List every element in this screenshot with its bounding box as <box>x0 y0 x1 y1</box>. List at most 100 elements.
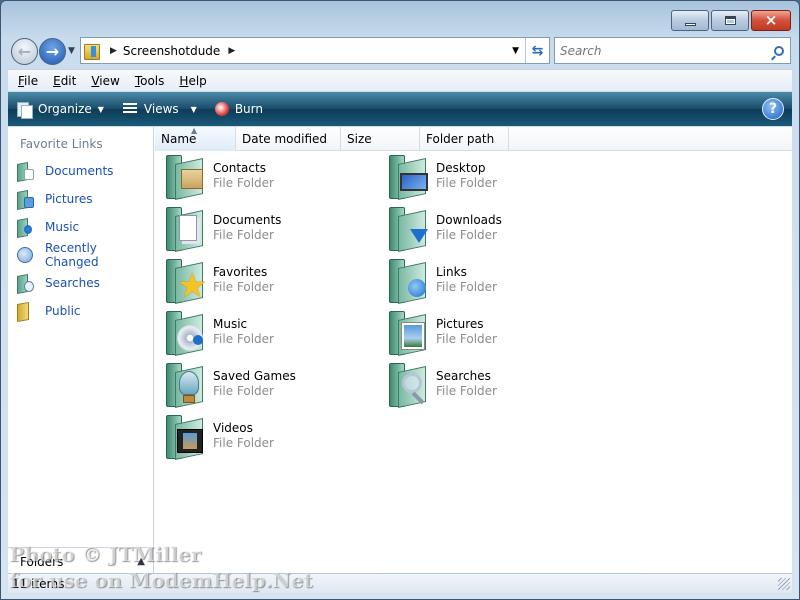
views-label: Views <box>143 102 179 116</box>
help-icon: ? <box>768 101 778 117</box>
forward-arrow-icon: → <box>45 42 60 61</box>
navigation-row: ← → ▼ ▶ Screenshotdude ▶ ▼ ⇆ <box>9 37 791 65</box>
menu-help[interactable]: Help <box>179 74 206 88</box>
breadcrumb-current[interactable]: Screenshotdude <box>123 44 220 58</box>
minimize-icon <box>684 23 696 26</box>
views-button[interactable]: Views ▼ <box>122 101 197 117</box>
menu-file[interactable]: File <box>18 74 38 88</box>
sidebar-item-label: Public <box>45 304 81 318</box>
links-folder-icon <box>386 257 434 305</box>
desktop-folder-icon <box>386 153 434 201</box>
folder-tile-pictures[interactable]: Pictures File Folder <box>386 309 596 361</box>
searches-icon <box>17 274 34 292</box>
contacts-folder-icon <box>163 153 211 201</box>
caption-buttons: × <box>671 10 791 31</box>
column-header-date-modified[interactable]: Date modified <box>236 127 341 151</box>
pictures-folder-icon <box>386 309 434 357</box>
folder-user-icon <box>84 42 100 60</box>
chevron-down-icon: ▼ <box>190 104 197 114</box>
sidebar-item-music[interactable]: Music <box>8 213 153 241</box>
folder-type: File Folder <box>436 228 497 242</box>
folder-tile-music[interactable]: Music File Folder <box>163 309 373 361</box>
search-icon[interactable] <box>774 45 784 56</box>
folder-type: File Folder <box>213 384 274 398</box>
folder-name: Music <box>213 317 248 331</box>
sidebar-item-pictures[interactable]: Pictures <box>8 185 153 213</box>
menu-edit[interactable]: Edit <box>53 74 76 88</box>
music-folder-icon <box>163 309 211 357</box>
organize-button[interactable]: Organize ▼ <box>16 101 104 119</box>
folder-type: File Folder <box>436 384 497 398</box>
folder-tile-searches[interactable]: Searches File Folder <box>386 361 596 413</box>
back-button[interactable]: ← <box>11 38 38 65</box>
menu-view[interactable]: View <box>91 74 119 88</box>
favorites-folder-icon: ★ <box>163 257 211 305</box>
folder-name: Saved Games <box>213 369 296 383</box>
folder-type: File Folder <box>436 332 497 346</box>
folder-tile-contacts[interactable]: Contacts File Folder <box>163 153 373 205</box>
music-icon <box>17 218 33 236</box>
address-bar[interactable]: ▶ Screenshotdude ▶ ▼ ⇆ <box>80 37 550 64</box>
folder-tile-documents[interactable]: Documents File Folder <box>163 205 373 257</box>
maximize-icon <box>724 16 736 25</box>
search-box[interactable] <box>554 37 791 64</box>
folder-name: Searches <box>436 369 491 383</box>
organize-icon <box>16 101 33 119</box>
folder-type: File Folder <box>213 228 274 242</box>
sidebar-item-public[interactable]: Public <box>8 297 153 325</box>
command-bar: Organize ▼ Views ▼ Burn ? <box>8 92 792 126</box>
help-button[interactable]: ? <box>762 98 784 120</box>
status-bar: 11 items <box>8 573 792 593</box>
close-button[interactable]: × <box>751 10 791 31</box>
folder-type: File Folder <box>213 332 274 346</box>
recent-pages-dropdown[interactable]: ▼ <box>68 46 75 56</box>
folder-name: Links <box>436 265 467 279</box>
folder-tile-saved-games[interactable]: Saved Games File Folder <box>163 361 373 413</box>
downloads-folder-icon <box>386 205 434 253</box>
folder-tile-videos[interactable]: Videos File Folder <box>163 413 373 465</box>
resize-grip-icon[interactable] <box>778 577 790 590</box>
folder-tile-favorites[interactable]: ★ Favorites File Folder <box>163 257 373 309</box>
breadcrumb-chevron-icon[interactable]: ▶ <box>228 46 235 56</box>
folder-name: Favorites <box>213 265 268 279</box>
favorite-links-heading: Favorite Links <box>20 137 103 151</box>
refresh-icon: ⇆ <box>531 42 544 59</box>
menu-tools[interactable]: Tools <box>135 74 165 88</box>
burn-disc-icon <box>214 102 229 116</box>
chevron-up-icon: ▲ <box>137 556 145 567</box>
folder-tile-links[interactable]: Links File Folder <box>386 257 596 309</box>
burn-label: Burn <box>234 102 263 116</box>
column-header-folder-path[interactable]: Folder path <box>420 127 509 151</box>
maximize-button[interactable] <box>711 10 749 31</box>
column-headers: ▲ Name Date modified Size Folder path <box>155 126 792 151</box>
folder-name: Desktop <box>436 161 486 175</box>
sidebar-item-label: Searches <box>45 276 100 290</box>
back-arrow-icon: ← <box>17 42 32 61</box>
folder-tile-downloads[interactable]: Downloads File Folder <box>386 205 596 257</box>
sort-ascending-icon: ▲ <box>191 126 198 135</box>
refresh-button[interactable]: ⇆ <box>525 38 549 63</box>
folder-type: File Folder <box>213 176 274 190</box>
folders-toggle[interactable]: Folders ▲ <box>8 547 153 575</box>
folder-tile-desktop[interactable]: Desktop File Folder <box>386 153 596 205</box>
explorer-window: × ← → ▼ ▶ Screenshotdude ▶ ▼ ⇆ File Edit… <box>0 0 800 600</box>
column-header-name[interactable]: ▲ Name <box>155 126 236 151</box>
folder-name: Downloads <box>436 213 502 227</box>
minimize-button[interactable] <box>671 10 709 31</box>
close-icon: × <box>764 11 778 29</box>
column-header-size[interactable]: Size <box>341 127 420 151</box>
sidebar-item-recently-changed[interactable]: Recently Changed <box>8 241 153 269</box>
burn-button[interactable]: Burn <box>214 102 263 116</box>
forward-button[interactable]: → <box>39 38 66 65</box>
organize-label: Organize <box>38 102 92 116</box>
navigation-pane: Favorite Links Documents Pictures Music … <box>8 127 154 575</box>
sidebar-item-label: Music <box>45 220 80 234</box>
breadcrumb-chevron-icon[interactable]: ▶ <box>110 46 117 56</box>
folder-name: Documents <box>213 213 282 227</box>
sidebar-item-documents[interactable]: Documents <box>8 157 153 185</box>
chevron-down-icon: ▼ <box>97 104 104 114</box>
videos-folder-icon <box>163 413 211 461</box>
address-dropdown-icon[interactable]: ▼ <box>512 46 519 56</box>
sidebar-item-searches[interactable]: Searches <box>8 269 153 297</box>
search-input[interactable] <box>560 43 760 58</box>
